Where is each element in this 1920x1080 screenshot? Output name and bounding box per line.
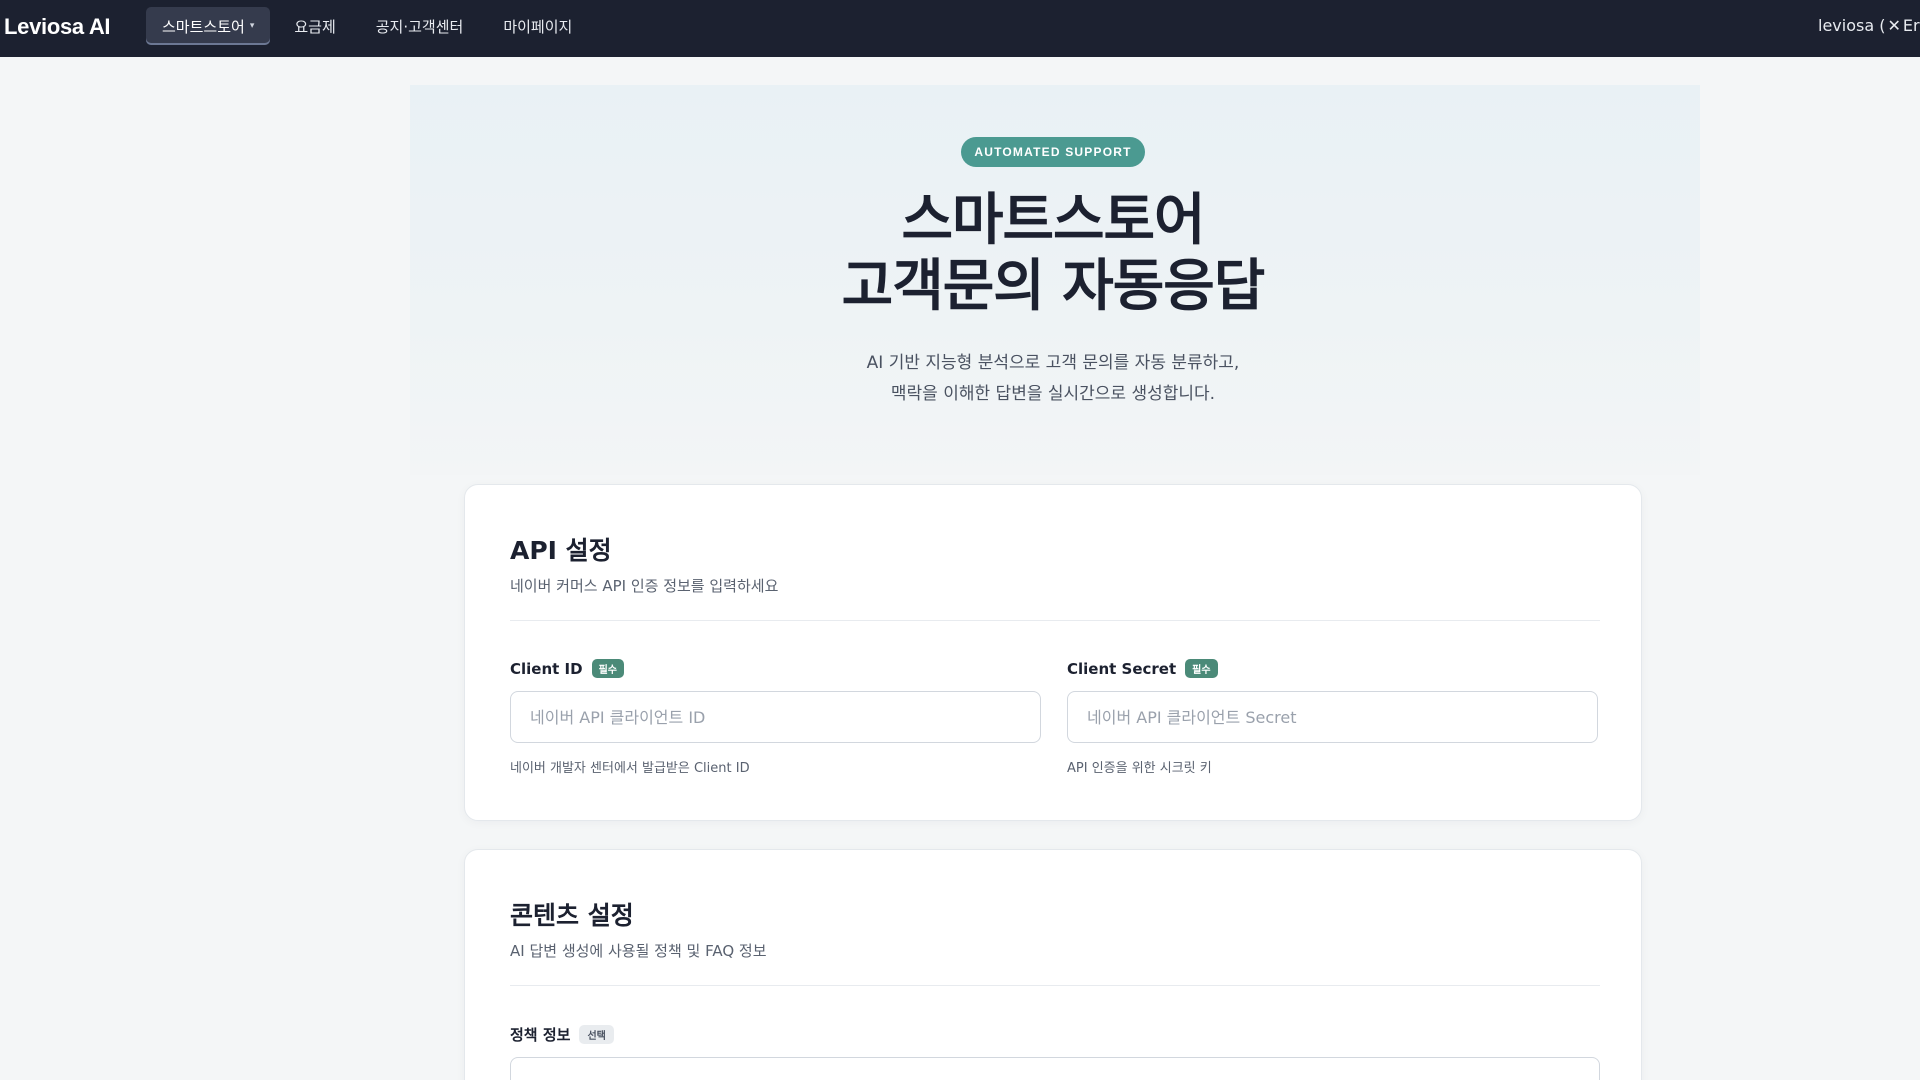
policy-label: 정책 정보 선택	[510, 1024, 614, 1045]
nav-item-label: 요금제	[294, 17, 336, 36]
client-secret-input[interactable]	[1067, 691, 1598, 743]
required-badge: 필수	[1185, 659, 1218, 678]
automated-support-badge: AUTOMATED SUPPORT	[961, 137, 1145, 167]
nav-item-label: 마이페이지	[503, 17, 573, 36]
divider	[510, 985, 1600, 986]
required-badge: 필수	[591, 659, 624, 678]
content-settings-card: 콘텐츠 설정 AI 답변 생성에 사용될 정책 및 FAQ 정보 정책 정보 선…	[464, 849, 1642, 1080]
x-icon: ✕	[1887, 16, 1901, 35]
nav-item-notice-support[interactable]: 공지·고객센터	[360, 7, 480, 45]
user-lang: Er	[1902, 16, 1920, 35]
card-description: AI 답변 생성에 사용될 정책 및 FAQ 정보	[510, 942, 767, 960]
nav-item-mypage[interactable]: 마이페이지	[487, 7, 588, 45]
client-secret-help: API 인증을 위한 시크릿 키	[1067, 761, 1212, 776]
user-name: leviosa (	[1818, 16, 1886, 35]
chevron-down-icon: ▾	[249, 21, 255, 31]
page-title: 스마트스토어 고객문의 자동응답	[660, 188, 1446, 320]
client-id-help: 네이버 개발자 센터에서 발급받은 Client ID	[510, 761, 750, 776]
main-nav: 스마트스토어 ▾ 요금제 공지·고객센터 마이페이지	[146, 7, 596, 45]
client-id-label: Client ID 필수	[510, 659, 624, 678]
optional-badge: 선택	[579, 1025, 614, 1044]
field-label-text: Client Secret	[1067, 659, 1177, 678]
api-settings-card: API 설정 네이버 커머스 API 인증 정보를 입력하세요 Client I…	[464, 484, 1642, 821]
client-secret-label: Client Secret 필수	[1067, 659, 1218, 678]
card-title: API 설정	[510, 536, 612, 565]
nav-item-smartstore[interactable]: 스마트스토어 ▾	[146, 7, 271, 45]
field-label-text: 정책 정보	[510, 1026, 571, 1044]
client-id-input[interactable]	[510, 691, 1041, 743]
policy-textarea[interactable]	[510, 1057, 1600, 1080]
nav-item-label: 스마트스토어	[162, 17, 245, 36]
title-line-2: 고객문의 자동응답	[841, 254, 1266, 319]
top-navbar: Leviosa AI 스마트스토어 ▾ 요금제 공지·고객센터 마이페이지 le…	[0, 0, 1920, 57]
subtitle-line-1: AI 기반 지능형 분석으로 고객 문의를 자동 분류하고,	[866, 353, 1240, 373]
card-description: 네이버 커머스 API 인증 정보를 입력하세요	[510, 577, 779, 595]
divider	[510, 620, 1600, 621]
nav-item-label: 공지·고객센터	[375, 17, 464, 36]
field-label-text: Client ID	[510, 659, 583, 678]
brand-logo[interactable]: Leviosa AI	[4, 14, 111, 40]
user-menu[interactable]: leviosa ( ✕ Er	[1818, 16, 1920, 35]
title-line-1: 스마트스토어	[901, 188, 1205, 253]
subtitle-line-2: 맥락을 이해한 답변을 실시간으로 생성합니다.	[890, 384, 1216, 404]
nav-item-pricing[interactable]: 요금제	[278, 7, 351, 45]
hero-subtitle: AI 기반 지능형 분석으로 고객 문의를 자동 분류하고, 맥락을 이해한 답…	[660, 348, 1446, 410]
card-title: 콘텐츠 설정	[510, 901, 634, 930]
